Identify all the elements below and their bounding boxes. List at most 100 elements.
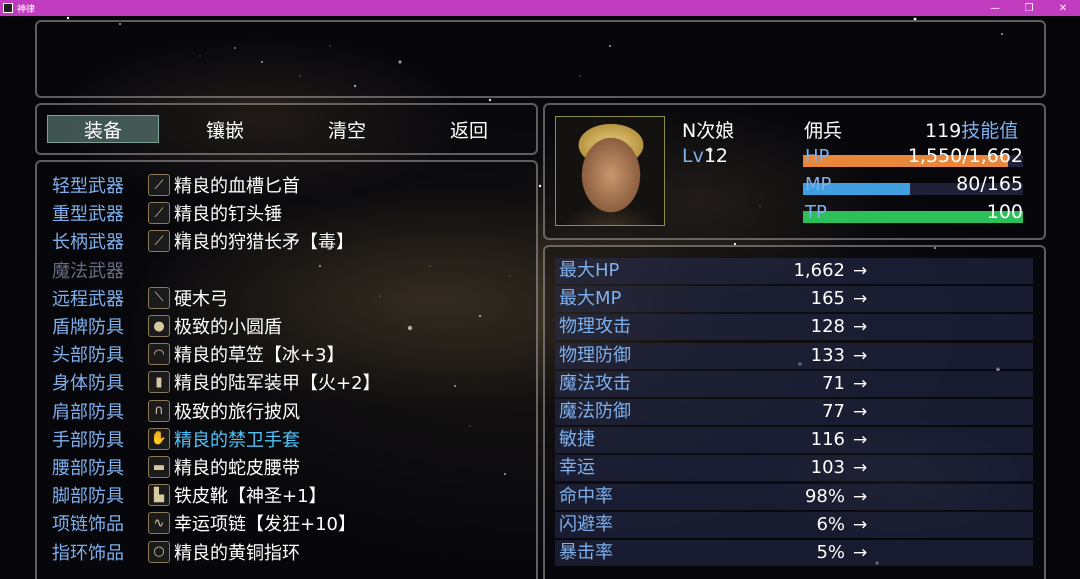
- parameter-name: 魔法攻击: [559, 372, 631, 394]
- arrow-right-icon: →: [853, 458, 868, 479]
- equip-slot-type: 肩部防具: [52, 401, 124, 423]
- parameter-row: 魔法攻击 71 →: [555, 370, 1033, 397]
- parameter-name: 命中率: [559, 485, 613, 507]
- equip-slot-row[interactable]: 远程武器 ⟍ 硬木弓: [52, 284, 522, 312]
- equip-slot-row[interactable]: 轻型武器 ⟋ 精良的血槽匕首: [52, 171, 522, 199]
- boot-icon: ▙: [148, 484, 170, 507]
- equip-slot-row[interactable]: 头部防具 ◠ 精良的草笠【冰+3】: [52, 340, 522, 368]
- cloak-icon: ∩: [148, 399, 170, 422]
- equipped-item-name: 极致的旅行披风: [174, 401, 300, 423]
- parameter-value: 98%: [804, 485, 845, 507]
- hp-value: 1,550/1,662: [907, 145, 1023, 167]
- arrow-right-icon: →: [853, 402, 868, 422]
- parameter-value: 5%: [816, 542, 845, 563]
- equip-slot-type: 盾牌防具: [52, 317, 124, 338]
- parameter-row: 命中率 98% →: [555, 483, 1033, 510]
- equip-slot-type: 身体防具: [52, 373, 124, 395]
- command-inlay[interactable]: 镶嵌: [169, 115, 281, 143]
- parameter-row: 暴击率 5% →: [555, 540, 1033, 566]
- parameter-name: 敏捷: [559, 429, 595, 451]
- equip-slot-row[interactable]: 项链饰品 ∿ 幸运项链【发狂+10】: [52, 509, 522, 537]
- equip-slot-row[interactable]: 肩部防具 ∩ 极致的旅行披风: [52, 397, 522, 425]
- app-icon: [3, 3, 13, 13]
- parameter-name: 最大HP: [559, 260, 620, 281]
- arrow-right-icon: →: [853, 345, 868, 366]
- equipped-item-name: 幸运项链【发狂+10】: [174, 514, 356, 536]
- parameter-name: 暴击率: [559, 542, 613, 563]
- arrow-right-icon: →: [853, 317, 868, 338]
- bow-icon: ⟍: [148, 286, 170, 309]
- parameter-value: 1,662: [793, 260, 845, 281]
- equip-slot-type: 指环饰品: [52, 542, 124, 564]
- parameter-value: 165: [810, 288, 845, 310]
- close-button[interactable]: ✕: [1046, 0, 1080, 16]
- parameter-value: 128: [810, 316, 845, 338]
- actor-class: 佣兵: [804, 120, 843, 142]
- command-clear[interactable]: 清空: [291, 115, 403, 143]
- minimize-button[interactable]: —: [978, 0, 1012, 16]
- arrow-right-icon: →: [853, 514, 868, 535]
- parameter-name: 闪避率: [559, 513, 613, 535]
- spear-icon: ⟋: [148, 230, 170, 253]
- parameter-name: 幸运: [559, 457, 595, 479]
- equip-slot-type: 远程武器: [52, 288, 124, 310]
- belt-icon: ▬: [148, 456, 170, 478]
- maximize-button[interactable]: ❐: [1012, 0, 1046, 16]
- equip-slot-row[interactable]: 盾牌防具 ● 极致的小圆盾: [52, 312, 522, 340]
- actor-level: Lv12: [682, 145, 728, 167]
- title-bar: 神律 — ❐ ✕: [0, 0, 1080, 16]
- parameter-value: 77: [822, 401, 845, 422]
- equip-slot-type: 魔法武器: [52, 260, 124, 282]
- equip-slot-type: 重型武器: [52, 204, 124, 226]
- equip-slot-type: 项链饰品: [52, 514, 124, 536]
- equip-slot-row[interactable]: 指环饰品 ○ 精良的黄铜指环: [52, 538, 522, 566]
- parameter-name: 物理攻击: [559, 316, 631, 338]
- equipped-item-name: 精良的钉头锤: [174, 204, 282, 226]
- equipped-item-name: 精良的陆军装甲【火+2】: [174, 373, 381, 395]
- arrow-right-icon: →: [853, 543, 868, 563]
- parameter-row: 魔法防御 77 →: [555, 399, 1033, 425]
- parameter-row: 敏捷 116 →: [555, 427, 1033, 454]
- actor-portrait: [555, 116, 665, 226]
- parameter-value: 116: [810, 429, 845, 451]
- window-title: 神律: [17, 4, 36, 15]
- parameter-value: 71: [822, 372, 845, 394]
- equip-slot-type: 轻型武器: [52, 176, 124, 197]
- skill-points: 119技能值: [925, 116, 1018, 143]
- equipped-item-name: 铁皮靴【神圣+1】: [174, 486, 327, 508]
- arrow-right-icon: →: [853, 373, 868, 394]
- parameter-name: 魔法防御: [559, 401, 631, 422]
- parameter-row: 最大MP 165 →: [555, 286, 1033, 313]
- parameter-name: 最大MP: [559, 288, 622, 310]
- equipped-item-name: 精良的禁卫手套: [174, 429, 300, 451]
- skill-points-label: 技能值: [961, 120, 1019, 142]
- equip-slot-type: 脚部防具: [52, 486, 124, 508]
- command-equip[interactable]: 装备: [47, 115, 159, 143]
- equip-slot-row[interactable]: 手部防具 ✋ 精良的禁卫手套: [52, 425, 522, 453]
- equip-slot-type: 长柄武器: [52, 232, 124, 254]
- shield-icon: ●: [148, 315, 170, 337]
- parameter-row: 幸运 103 →: [555, 455, 1033, 482]
- arrow-right-icon: →: [853, 289, 868, 310]
- equip-slot-row[interactable]: 魔法武器: [52, 256, 522, 284]
- command-back[interactable]: 返回: [413, 115, 525, 143]
- level-label: Lv: [682, 145, 704, 167]
- hp-label: HP: [805, 146, 830, 167]
- glove-icon: ✋: [148, 427, 170, 450]
- tp-value: 100: [986, 201, 1023, 223]
- equip-slot-row[interactable]: 重型武器 ⟋ 精良的钉头锤: [52, 199, 522, 227]
- equip-slot-row[interactable]: 脚部防具 ▙ 铁皮靴【神圣+1】: [52, 481, 522, 509]
- equipped-item-name: 精良的狩猎长矛【毒】: [174, 232, 354, 254]
- equip-slot-row[interactable]: 腰部防具 ▬ 精良的蛇皮腰带: [52, 453, 522, 481]
- equip-slot-row[interactable]: 长柄武器 ⟋ 精良的狩猎长矛【毒】: [52, 227, 522, 255]
- equip-slot-row[interactable]: 身体防具 ▮ 精良的陆军装甲【火+2】: [52, 368, 522, 396]
- level-value: 12: [703, 145, 729, 167]
- arrow-right-icon: →: [853, 486, 868, 507]
- parameter-value: 133: [810, 344, 845, 366]
- equipped-item-name: 精良的草笠【冰+3】: [174, 345, 345, 367]
- parameter-value: 103: [810, 457, 845, 479]
- dagger-icon: ⟋: [148, 174, 170, 196]
- parameter-value: 6%: [816, 513, 845, 535]
- equipped-item-name: 硬木弓: [174, 288, 228, 310]
- hat-icon: ◠: [148, 343, 170, 366]
